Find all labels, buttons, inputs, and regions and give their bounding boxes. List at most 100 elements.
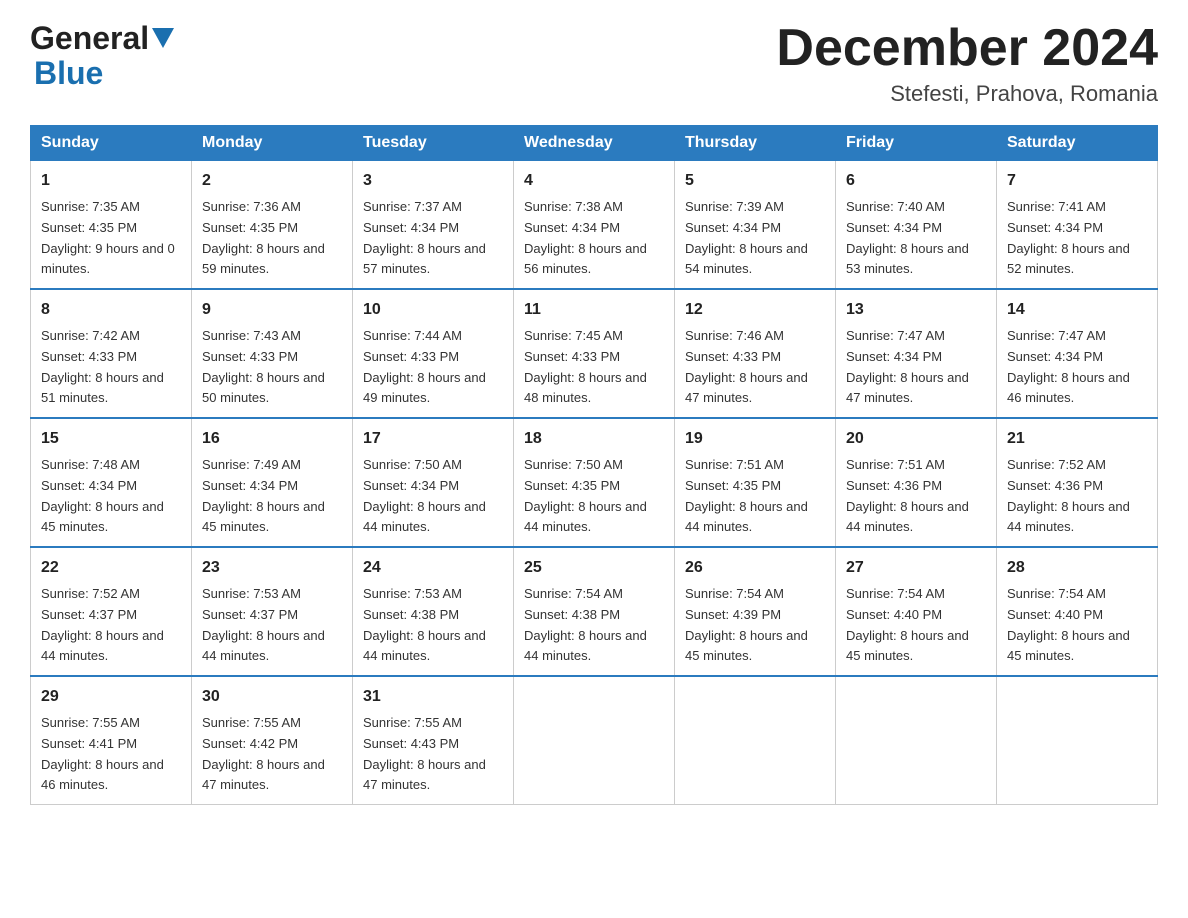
day-number: 10 xyxy=(363,298,503,323)
day-info: Sunrise: 7:47 AMSunset: 4:34 PMDaylight:… xyxy=(1007,326,1147,409)
day-number: 23 xyxy=(202,556,342,581)
month-title: December 2024 xyxy=(776,20,1158,77)
table-row: 25 Sunrise: 7:54 AMSunset: 4:38 PMDayligh… xyxy=(514,547,675,676)
day-info: Sunrise: 7:43 AMSunset: 4:33 PMDaylight:… xyxy=(202,326,342,409)
title-block: December 2024 Stefesti, Prahova, Romania xyxy=(776,20,1158,107)
day-info: Sunrise: 7:55 AMSunset: 4:43 PMDaylight:… xyxy=(363,713,503,796)
table-row: 3 Sunrise: 7:37 AMSunset: 4:34 PMDaylight… xyxy=(353,161,514,289)
day-number: 12 xyxy=(685,298,825,323)
day-info: Sunrise: 7:50 AMSunset: 4:34 PMDaylight:… xyxy=(363,455,503,538)
table-row: 17Sunrise: 7:50 AMSunset: 4:34 PMDayligh… xyxy=(353,418,514,547)
header-sunday: Sunday xyxy=(31,126,192,161)
day-number: 31 xyxy=(363,685,503,710)
logo-general-text: General xyxy=(30,20,149,57)
day-info: Sunrise: 7:53 AMSunset: 4:38 PMDaylight:… xyxy=(363,584,503,667)
calendar-week-row: 15Sunrise: 7:48 AMSunset: 4:34 PMDayligh… xyxy=(31,418,1158,547)
table-row: 22Sunrise: 7:52 AMSunset: 4:37 PMDayligh… xyxy=(31,547,192,676)
header-tuesday: Tuesday xyxy=(353,126,514,161)
day-number: 8 xyxy=(41,298,181,323)
day-info: Sunrise: 7:50 AMSunset: 4:35 PMDaylight:… xyxy=(524,455,664,538)
day-info: Sunrise: 7:41 AMSunset: 4:34 PMDaylight:… xyxy=(1007,197,1147,280)
day-number: 3 xyxy=(363,169,503,194)
table-row: 19Sunrise: 7:51 AMSunset: 4:35 PMDayligh… xyxy=(675,418,836,547)
calendar-table: Sunday Monday Tuesday Wednesday Thursday… xyxy=(30,125,1158,805)
table-row: 14Sunrise: 7:47 AMSunset: 4:34 PMDayligh… xyxy=(997,289,1158,418)
day-number: 4 xyxy=(524,169,664,194)
table-row xyxy=(836,676,997,804)
day-number: 27 xyxy=(846,556,986,581)
day-info: Sunrise: 7:46 AMSunset: 4:33 PMDaylight:… xyxy=(685,326,825,409)
day-info: Sunrise: 7:55 AMSunset: 4:42 PMDaylight:… xyxy=(202,713,342,796)
day-number: 7 xyxy=(1007,169,1147,194)
table-row: 9 Sunrise: 7:43 AMSunset: 4:33 PMDaylight… xyxy=(192,289,353,418)
day-info: Sunrise: 7:54 AMSunset: 4:40 PMDaylight:… xyxy=(1007,584,1147,667)
table-row: 30 Sunrise: 7:55 AMSunset: 4:42 PMDayligh… xyxy=(192,676,353,804)
day-info: Sunrise: 7:39 AMSunset: 4:34 PMDaylight:… xyxy=(685,197,825,280)
day-number: 22 xyxy=(41,556,181,581)
table-row: 2 Sunrise: 7:36 AMSunset: 4:35 PMDaylight… xyxy=(192,161,353,289)
day-info: Sunrise: 7:37 AMSunset: 4:34 PMDaylight:… xyxy=(363,197,503,280)
table-row: 10 Sunrise: 7:44 AMSunset: 4:33 PMDayligh… xyxy=(353,289,514,418)
header-saturday: Saturday xyxy=(997,126,1158,161)
day-number: 30 xyxy=(202,685,342,710)
table-row: 5Sunrise: 7:39 AMSunset: 4:34 PMDaylight… xyxy=(675,161,836,289)
table-row: 12 Sunrise: 7:46 AMSunset: 4:33 PMDayligh… xyxy=(675,289,836,418)
header-thursday: Thursday xyxy=(675,126,836,161)
day-info: Sunrise: 7:51 AMSunset: 4:36 PMDaylight:… xyxy=(846,455,986,538)
day-number: 6 xyxy=(846,169,986,194)
day-number: 9 xyxy=(202,298,342,323)
table-row: 4 Sunrise: 7:38 AMSunset: 4:34 PMDaylight… xyxy=(514,161,675,289)
day-info: Sunrise: 7:52 AMSunset: 4:36 PMDaylight:… xyxy=(1007,455,1147,538)
location-subtitle: Stefesti, Prahova, Romania xyxy=(776,81,1158,107)
day-number: 29 xyxy=(41,685,181,710)
day-number: 25 xyxy=(524,556,664,581)
day-info: Sunrise: 7:54 AMSunset: 4:38 PMDaylight:… xyxy=(524,584,664,667)
day-info: Sunrise: 7:54 AMSunset: 4:40 PMDaylight:… xyxy=(846,584,986,667)
day-number: 20 xyxy=(846,427,986,452)
header-wednesday: Wednesday xyxy=(514,126,675,161)
day-info: Sunrise: 7:45 AMSunset: 4:33 PMDaylight:… xyxy=(524,326,664,409)
calendar-header-row: Sunday Monday Tuesday Wednesday Thursday… xyxy=(31,126,1158,161)
calendar-week-row: 8Sunrise: 7:42 AMSunset: 4:33 PMDaylight… xyxy=(31,289,1158,418)
day-info: Sunrise: 7:36 AMSunset: 4:35 PMDaylight:… xyxy=(202,197,342,280)
day-number: 11 xyxy=(524,298,664,323)
table-row: 26Sunrise: 7:54 AMSunset: 4:39 PMDayligh… xyxy=(675,547,836,676)
table-row: 16Sunrise: 7:49 AMSunset: 4:34 PMDayligh… xyxy=(192,418,353,547)
logo-top: General xyxy=(30,20,174,57)
logo-triangle-icon xyxy=(152,28,174,48)
table-row: 8Sunrise: 7:42 AMSunset: 4:33 PMDaylight… xyxy=(31,289,192,418)
table-row: 23 Sunrise: 7:53 AMSunset: 4:37 PMDayligh… xyxy=(192,547,353,676)
day-number: 1 xyxy=(41,169,181,194)
table-row: 15Sunrise: 7:48 AMSunset: 4:34 PMDayligh… xyxy=(31,418,192,547)
logo: General Blue xyxy=(30,20,174,92)
day-info: Sunrise: 7:53 AMSunset: 4:37 PMDaylight:… xyxy=(202,584,342,667)
calendar-week-row: 29 Sunrise: 7:55 AMSunset: 4:41 PMDayligh… xyxy=(31,676,1158,804)
day-number: 13 xyxy=(846,298,986,323)
header-friday: Friday xyxy=(836,126,997,161)
day-info: Sunrise: 7:38 AMSunset: 4:34 PMDaylight:… xyxy=(524,197,664,280)
day-info: Sunrise: 7:55 AMSunset: 4:41 PMDaylight:… xyxy=(41,713,181,796)
day-info: Sunrise: 7:47 AMSunset: 4:34 PMDaylight:… xyxy=(846,326,986,409)
day-number: 19 xyxy=(685,427,825,452)
table-row: 1 Sunrise: 7:35 AMSunset: 4:35 PMDaylight… xyxy=(31,161,192,289)
table-row: 20 Sunrise: 7:51 AMSunset: 4:36 PMDayligh… xyxy=(836,418,997,547)
day-info: Sunrise: 7:49 AMSunset: 4:34 PMDaylight:… xyxy=(202,455,342,538)
day-number: 28 xyxy=(1007,556,1147,581)
page-header: General Blue December 2024 Stefesti, Pra… xyxy=(30,20,1158,107)
table-row: 21 Sunrise: 7:52 AMSunset: 4:36 PMDayligh… xyxy=(997,418,1158,547)
table-row: 24 Sunrise: 7:53 AMSunset: 4:38 PMDayligh… xyxy=(353,547,514,676)
day-info: Sunrise: 7:54 AMSunset: 4:39 PMDaylight:… xyxy=(685,584,825,667)
day-number: 21 xyxy=(1007,427,1147,452)
day-number: 2 xyxy=(202,169,342,194)
table-row xyxy=(997,676,1158,804)
table-row xyxy=(675,676,836,804)
table-row: 13 Sunrise: 7:47 AMSunset: 4:34 PMDayligh… xyxy=(836,289,997,418)
table-row: 18Sunrise: 7:50 AMSunset: 4:35 PMDayligh… xyxy=(514,418,675,547)
logo-bottom: Blue xyxy=(34,55,103,92)
table-row: 7 Sunrise: 7:41 AMSunset: 4:34 PMDaylight… xyxy=(997,161,1158,289)
table-row xyxy=(514,676,675,804)
day-info: Sunrise: 7:44 AMSunset: 4:33 PMDaylight:… xyxy=(363,326,503,409)
table-row: 11 Sunrise: 7:45 AMSunset: 4:33 PMDayligh… xyxy=(514,289,675,418)
day-number: 24 xyxy=(363,556,503,581)
day-info: Sunrise: 7:35 AMSunset: 4:35 PMDaylight:… xyxy=(41,197,181,280)
